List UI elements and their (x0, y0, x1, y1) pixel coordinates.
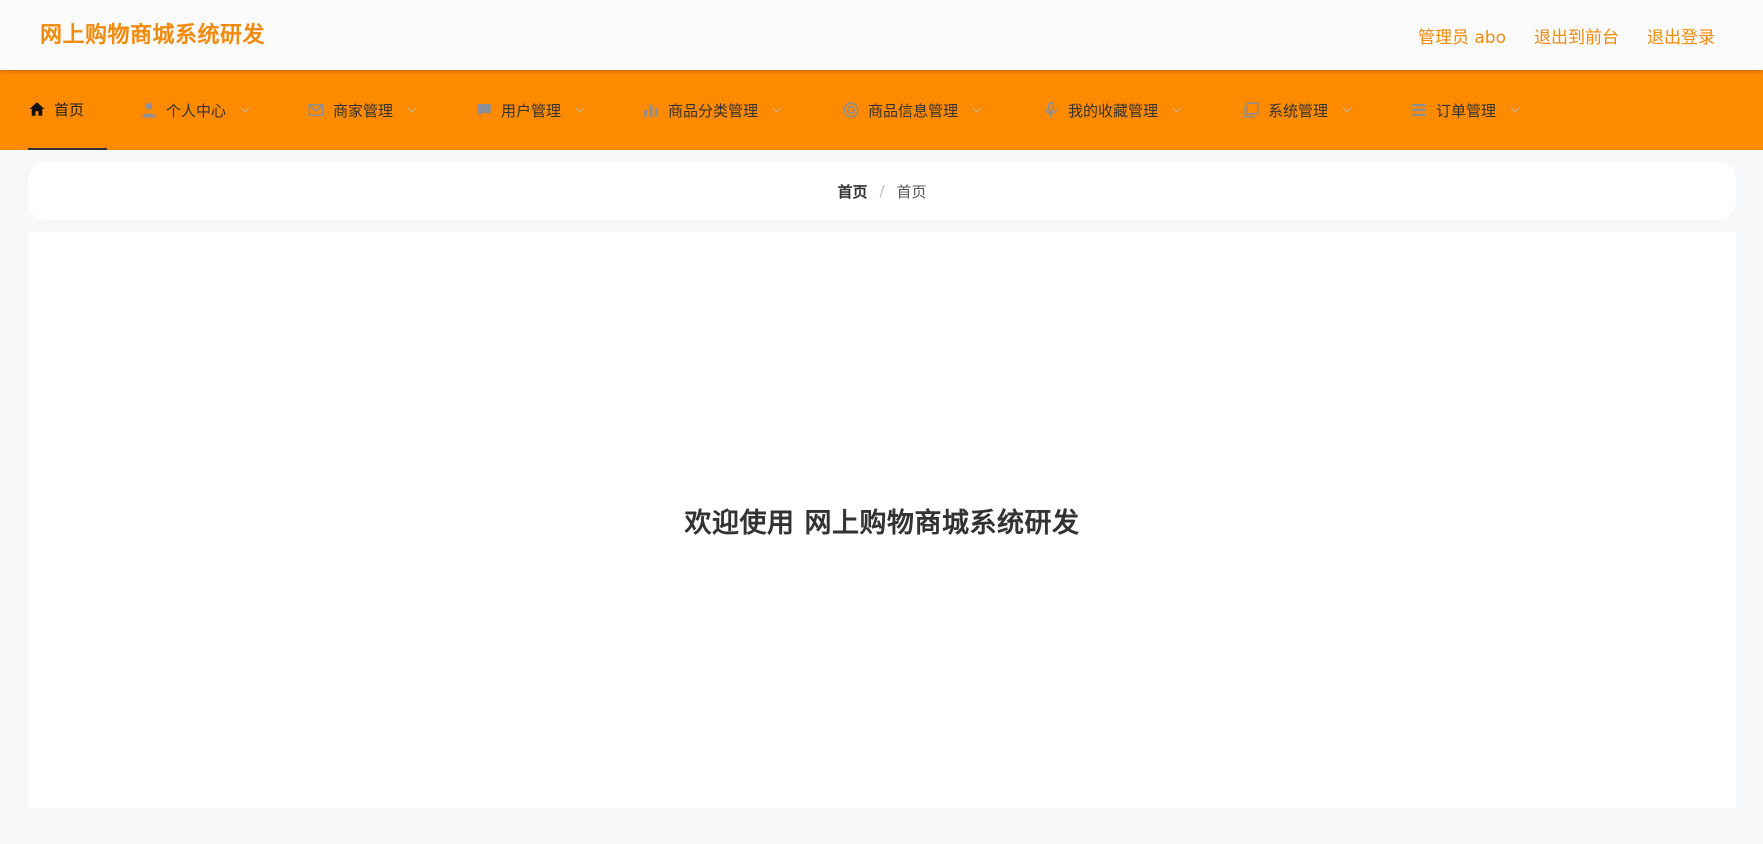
nav-item-label: 个人中心 (166, 101, 227, 120)
home-icon (28, 100, 46, 118)
logout-link[interactable]: 退出登录 (1647, 23, 1715, 48)
breadcrumb-current: 首页 (896, 182, 927, 201)
chevron-down-icon (240, 105, 250, 115)
microphone-icon (1042, 101, 1060, 119)
breadcrumb-root[interactable]: 首页 (837, 181, 867, 202)
nav-item-category-management[interactable]: 商品分类管理 (642, 70, 782, 150)
main-nav: 首页 个人中心 商家管理 用户管理 商品分类管理 商品信息管理 我的收藏管理 系… (0, 70, 1763, 150)
user-icon (140, 101, 158, 119)
exit-to-front-link[interactable]: 退出到前台 (1534, 23, 1619, 48)
header-actions: 管理员 abo 退出到前台 退出登录 (1418, 0, 1715, 70)
list-icon (1410, 101, 1428, 119)
copy-icon (1242, 101, 1260, 119)
nav-item-merchant-management[interactable]: 商家管理 (307, 70, 417, 150)
target-icon (842, 101, 860, 119)
nav-item-label: 首页 (54, 100, 85, 119)
nav-item-product-info-management[interactable]: 商品信息管理 (842, 70, 982, 150)
nav-item-label: 商品信息管理 (868, 101, 959, 120)
bar-chart-icon (642, 101, 660, 119)
nav-item-label: 我的收藏管理 (1068, 101, 1159, 120)
nav-item-system-management[interactable]: 系统管理 (1242, 70, 1352, 150)
nav-item-label: 订单管理 (1436, 101, 1497, 120)
chevron-down-icon (1510, 105, 1520, 115)
brand-title: 网上购物商城系统研发 (40, 23, 266, 48)
nav-item-label: 用户管理 (501, 101, 562, 120)
chevron-down-icon (972, 105, 982, 115)
chevron-down-icon (1172, 105, 1182, 115)
admin-user-link[interactable]: 管理员 abo (1418, 23, 1506, 48)
chat-icon (475, 101, 493, 119)
nav-item-label: 系统管理 (1268, 101, 1329, 120)
nav-item-personal-center[interactable]: 个人中心 (140, 70, 250, 150)
breadcrumb: 首页 / 首页 (28, 162, 1736, 220)
nav-item-home[interactable]: 首页 (28, 70, 108, 150)
nav-item-label: 商家管理 (333, 101, 394, 120)
top-header: 网上购物商城系统研发 管理员 abo 退出到前台 退出登录 (0, 0, 1763, 70)
main-content-panel: 欢迎使用 网上购物商城系统研发 (28, 232, 1736, 808)
nav-item-favorites-management[interactable]: 我的收藏管理 (1042, 70, 1182, 150)
chevron-down-icon (575, 105, 585, 115)
chevron-down-icon (407, 105, 417, 115)
breadcrumb-separator: / (879, 182, 885, 200)
chevron-down-icon (772, 105, 782, 115)
mail-icon (307, 101, 325, 119)
welcome-message: 欢迎使用 网上购物商城系统研发 (684, 507, 1080, 539)
nav-item-order-management[interactable]: 订单管理 (1410, 70, 1520, 150)
nav-item-label: 商品分类管理 (668, 101, 759, 120)
nav-item-user-management[interactable]: 用户管理 (475, 70, 585, 150)
chevron-down-icon (1342, 105, 1352, 115)
